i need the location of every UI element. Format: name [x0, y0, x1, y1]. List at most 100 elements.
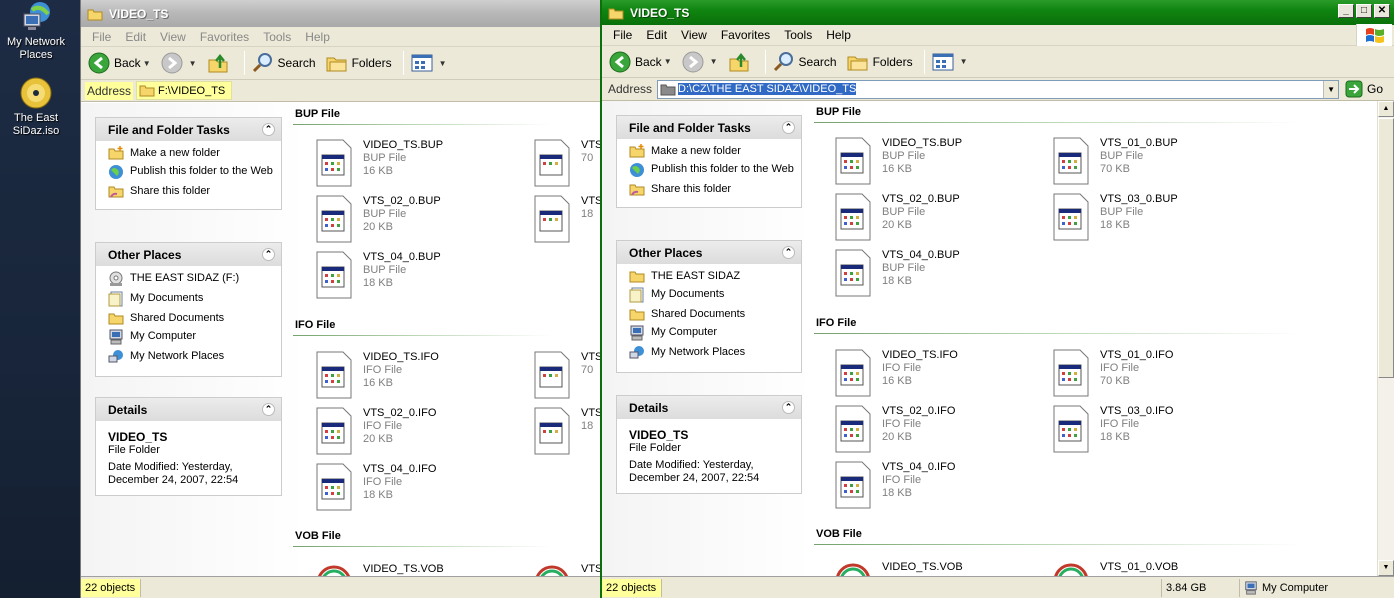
chevron-down-icon[interactable]: ▼ — [189, 59, 197, 68]
scroll-down-icon[interactable]: ▼ — [1378, 560, 1394, 576]
menu-file[interactable]: File — [85, 30, 118, 44]
panel-header[interactable]: Details ⌃ — [617, 396, 801, 419]
back-button[interactable]: Back ▼ — [85, 50, 154, 76]
file-item[interactable]: VTS_03_0.BUP BUP File 18 KB — [1052, 193, 1262, 241]
task-publish-folder[interactable]: Publish this folder to the Web — [108, 165, 275, 180]
close-button[interactable]: ✕ — [1374, 4, 1390, 18]
views-button[interactable]: ▼ — [408, 52, 450, 74]
menu-favorites[interactable]: Favorites — [714, 28, 777, 42]
task-publish-folder[interactable]: Publish this folder to the Web — [629, 163, 795, 178]
task-make-new-folder[interactable]: Make a new folder — [629, 144, 795, 158]
back-button[interactable]: Back ▼ — [606, 49, 675, 75]
chevron-down-icon[interactable]: ▼ — [664, 57, 672, 66]
chevron-down-icon[interactable]: ▼ — [143, 59, 151, 68]
file-item[interactable]: VTS_04_0.IFO IFO File 18 KB — [315, 463, 525, 511]
collapse-chevron-icon[interactable]: ⌃ — [782, 246, 795, 259]
collapse-chevron-icon[interactable]: ⌃ — [782, 121, 795, 134]
collapse-chevron-icon[interactable]: ⌃ — [262, 248, 275, 261]
file-item[interactable]: VIDEO_TS.IFO IFO File 16 KB — [834, 349, 1044, 397]
file-item[interactable]: VTS_02_0.IFO IFO File 20 KB — [834, 405, 1044, 453]
menu-file[interactable]: File — [606, 28, 639, 42]
chevron-down-icon[interactable]: ▼ — [439, 59, 447, 68]
menu-favorites[interactable]: Favorites — [193, 30, 256, 44]
folders-button[interactable]: Folders — [323, 51, 395, 75]
address-input[interactable]: F:\VIDEO_TS — [136, 81, 233, 100]
menu-help[interactable]: Help — [819, 28, 858, 42]
title-bar[interactable]: VIDEO_TS — [81, 0, 600, 27]
menu-edit[interactable]: Edit — [639, 28, 674, 42]
desktop-icon-network-places[interactable]: My Network Places — [0, 0, 72, 62]
place-network-places[interactable]: My Network Places — [108, 350, 275, 365]
panel-header[interactable]: File and Folder Tasks ⌃ — [617, 116, 801, 139]
up-folder-button[interactable] — [725, 49, 757, 75]
vertical-scrollbar[interactable]: ▲ ▼ — [1377, 101, 1394, 576]
file-item[interactable]: VTS_01_0.VOB — [1052, 561, 1262, 576]
place-drive[interactable]: THE EAST SIDAZ (F:) — [108, 271, 275, 287]
file-item[interactable]: VTS_01_0.IFO IFO File 70 KB — [1052, 349, 1262, 397]
place-folder[interactable]: THE EAST SIDAZ — [629, 270, 795, 283]
address-dropdown-icon[interactable]: ▼ — [1323, 80, 1339, 98]
file-item-truncated[interactable]: VTS18 — [533, 195, 600, 243]
place-my-documents[interactable]: My Documents — [629, 287, 795, 303]
file-item[interactable]: VTS_02_0.BUP BUP File 20 KB — [834, 193, 1044, 241]
file-item[interactable]: VIDEO_TS.BUP BUP File 16 KB — [834, 137, 1044, 185]
scroll-thumb[interactable] — [1378, 118, 1394, 378]
file-item[interactable]: VTS_04_0.IFO IFO File 18 KB — [834, 461, 1044, 509]
desktop-icon-iso[interactable]: The East SiDaz.iso — [0, 76, 72, 138]
file-item-truncated[interactable]: VTS70 — [533, 139, 600, 187]
address-input[interactable]: D:\CZ\THE EAST SIDAZ\VIDEO_TS ▼ — [657, 79, 1340, 99]
menu-tools[interactable]: Tools — [256, 30, 298, 44]
menu-help[interactable]: Help — [298, 30, 337, 44]
collapse-chevron-icon[interactable]: ⌃ — [262, 403, 275, 416]
menu-tools[interactable]: Tools — [777, 28, 819, 42]
place-shared-documents[interactable]: Shared Documents — [629, 308, 795, 321]
forward-button[interactable]: ▼ — [158, 50, 200, 76]
scroll-up-icon[interactable]: ▲ — [1378, 101, 1394, 117]
minimize-button[interactable]: _ — [1338, 4, 1354, 18]
place-shared-documents[interactable]: Shared Documents — [108, 312, 275, 325]
file-item[interactable]: VTS_01_0.BUP BUP File 70 KB — [1052, 137, 1262, 185]
title-bar[interactable]: VIDEO_TS _ □ ✕ — [602, 0, 1394, 25]
chevron-down-icon[interactable]: ▼ — [960, 57, 968, 66]
forward-button[interactable]: ▼ — [679, 49, 721, 75]
menu-view[interactable]: View — [674, 28, 714, 42]
search-button[interactable]: Search — [770, 49, 840, 75]
menu-edit[interactable]: Edit — [118, 30, 153, 44]
menu-view[interactable]: View — [153, 30, 193, 44]
file-item-truncated[interactable]: VTS — [533, 563, 600, 576]
place-my-computer[interactable]: My Computer — [629, 325, 795, 341]
file-item[interactable]: VIDEO_TS.IFO IFO File 16 KB — [315, 351, 525, 399]
collapse-chevron-icon[interactable]: ⌃ — [782, 401, 795, 414]
panel-header[interactable]: Other Places ⌃ — [617, 241, 801, 264]
up-folder-button[interactable] — [204, 50, 236, 76]
file-item-truncated[interactable]: VTS18 — [533, 407, 600, 455]
panel-header[interactable]: Details ⌃ — [96, 398, 281, 421]
file-icon — [534, 407, 570, 455]
place-my-documents[interactable]: My Documents — [108, 291, 275, 307]
folders-button[interactable]: Folders — [844, 50, 916, 74]
search-icon — [773, 51, 793, 71]
task-share-folder[interactable]: Share this folder — [629, 183, 795, 196]
chevron-down-icon[interactable]: ▼ — [710, 57, 718, 66]
search-button[interactable]: Search — [249, 50, 319, 76]
file-item[interactable]: VTS_02_0.IFO IFO File 20 KB — [315, 407, 525, 455]
go-button[interactable]: Go — [1345, 80, 1383, 98]
panel-header[interactable]: Other Places ⌃ — [96, 243, 281, 266]
place-network-places[interactable]: My Network Places — [629, 346, 795, 361]
file-item[interactable]: VIDEO_TS.VOB — [315, 563, 525, 576]
file-item[interactable]: VTS_04_0.BUP BUP File 18 KB — [315, 251, 525, 299]
collapse-chevron-icon[interactable]: ⌃ — [262, 123, 275, 136]
file-item[interactable]: VTS_04_0.BUP BUP File 18 KB — [834, 249, 1044, 297]
file-item-truncated[interactable]: VTS70 — [533, 351, 600, 399]
file-item[interactable]: VTS_03_0.IFO IFO File 18 KB — [1052, 405, 1262, 453]
panel-header[interactable]: File and Folder Tasks ⌃ — [96, 118, 281, 141]
place-my-computer[interactable]: My Computer — [108, 329, 275, 345]
task-make-new-folder[interactable]: Make a new folder — [108, 146, 275, 160]
file-item[interactable]: VIDEO_TS.VOB — [834, 561, 1044, 576]
views-button[interactable]: ▼ — [929, 51, 971, 73]
file-item[interactable]: VIDEO_TS.BUP BUP File 16 KB — [315, 139, 525, 187]
network-places-icon — [108, 350, 123, 363]
file-item[interactable]: VTS_02_0.BUP BUP File 20 KB — [315, 195, 525, 243]
task-share-folder[interactable]: Share this folder — [108, 185, 275, 198]
maximize-button[interactable]: □ — [1356, 4, 1372, 18]
